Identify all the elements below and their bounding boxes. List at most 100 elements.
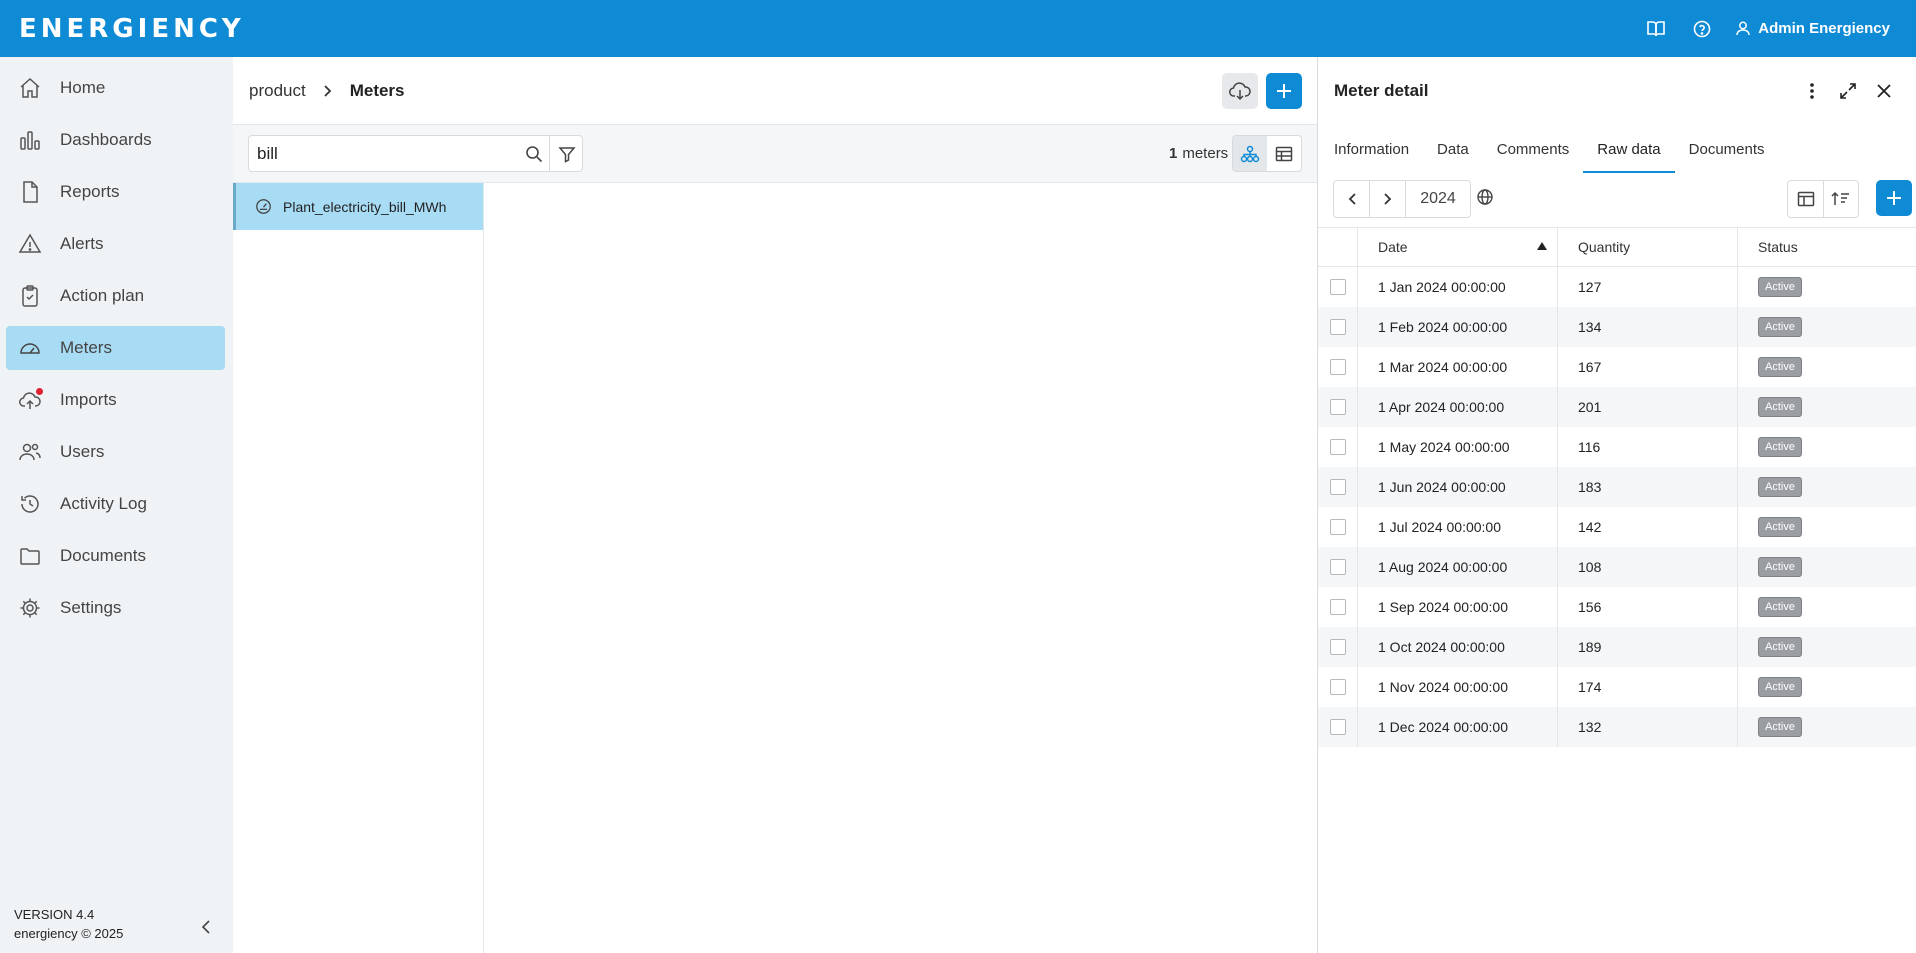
help-icon[interactable]	[1690, 17, 1714, 41]
expand-icon	[1840, 83, 1856, 99]
table-row[interactable]: 1 May 2024 00:00:00 116 Active	[1318, 427, 1916, 467]
cell-status: Active	[1738, 507, 1916, 547]
hierarchy-icon	[1240, 145, 1260, 162]
table-row[interactable]: 1 Aug 2024 00:00:00 108 Active	[1318, 547, 1916, 587]
status-badge: Active	[1758, 277, 1802, 297]
table-row[interactable]: 1 Sep 2024 00:00:00 156 Active	[1318, 587, 1916, 627]
detail-title: Meter detail	[1334, 81, 1429, 100]
sidebar-item-documents[interactable]: Documents	[6, 534, 225, 578]
filter-button[interactable]	[549, 136, 583, 171]
cloud-upload-icon	[17, 387, 43, 413]
status-badge: Active	[1758, 557, 1802, 577]
tab-documents[interactable]: Documents	[1675, 133, 1779, 173]
user-menu[interactable]: Admin Energiency	[1736, 20, 1890, 37]
tab-comments[interactable]: Comments	[1483, 133, 1584, 173]
expand-button[interactable]	[1836, 79, 1860, 103]
sidebar-item-label: Settings	[60, 598, 122, 617]
sort-ascending-icon	[1537, 242, 1547, 250]
tab-information[interactable]: Information	[1320, 133, 1423, 173]
table-row[interactable]: 1 Oct 2024 00:00:00 189 Active	[1318, 627, 1916, 667]
table-row[interactable]: 1 Jun 2024 00:00:00 183 Active	[1318, 467, 1916, 507]
cell-quantity: 132	[1558, 707, 1738, 747]
breadcrumb-parent[interactable]: product	[249, 81, 306, 101]
cell-date: 1 Jan 2024 00:00:00	[1358, 267, 1558, 307]
search-icon[interactable]	[525, 145, 543, 163]
row-checkbox[interactable]	[1329, 279, 1346, 295]
table-row[interactable]: 1 Apr 2024 00:00:00 201 Active	[1318, 387, 1916, 427]
collapse-sidebar-button[interactable]	[196, 917, 216, 937]
tree-view-button[interactable]	[1233, 136, 1267, 171]
more-options-button[interactable]	[1800, 79, 1824, 103]
row-checkbox[interactable]	[1329, 559, 1346, 575]
cell-quantity: 183	[1558, 467, 1738, 507]
tree-item[interactable]: Plant_electricity_bill_MWh	[233, 183, 483, 230]
row-checkbox[interactable]	[1329, 479, 1346, 495]
cell-date: 1 Feb 2024 00:00:00	[1358, 307, 1558, 347]
cell-date: 1 Jul 2024 00:00:00	[1358, 507, 1558, 547]
status-badge: Active	[1758, 517, 1802, 537]
status-badge: Active	[1758, 317, 1802, 337]
columns-button[interactable]	[1788, 181, 1823, 217]
year-value[interactable]: 2024	[1406, 181, 1470, 217]
sidebar-item-action-plan[interactable]: Action plan	[6, 274, 225, 318]
cell-quantity: 116	[1558, 427, 1738, 467]
sidebar-item-dashboards[interactable]: Dashboards	[6, 118, 225, 162]
row-checkbox[interactable]	[1329, 639, 1346, 655]
row-checkbox[interactable]	[1329, 439, 1346, 455]
row-checkbox[interactable]	[1329, 679, 1346, 695]
tab-data[interactable]: Data	[1423, 133, 1483, 173]
next-year-button[interactable]	[1370, 181, 1406, 217]
logo[interactable]: ENERGIENCY	[19, 14, 245, 44]
table-tools	[1787, 180, 1859, 218]
sidebar-item-meters[interactable]: Meters	[6, 326, 225, 370]
table-row[interactable]: 1 Mar 2024 00:00:00 167 Active	[1318, 347, 1916, 387]
search-input[interactable]	[249, 136, 519, 171]
row-checkbox[interactable]	[1329, 319, 1346, 335]
sidebar-item-settings[interactable]: Settings	[6, 586, 225, 630]
meter-detail-panel: Meter detail Information Data Comments R…	[1317, 57, 1916, 953]
sidebar-item-label: Alerts	[60, 234, 104, 253]
row-checkbox[interactable]	[1329, 719, 1346, 735]
sidebar-item-label: Reports	[60, 182, 120, 201]
table-row[interactable]: 1 Nov 2024 00:00:00 174 Active	[1318, 667, 1916, 707]
sidebar-item-imports[interactable]: Imports	[6, 378, 225, 422]
column-header-date[interactable]: Date	[1358, 228, 1558, 266]
sidebar-item-alerts[interactable]: Alerts	[6, 222, 225, 266]
table-header: Date Quantity Status	[1318, 227, 1916, 267]
status-badge: Active	[1758, 677, 1802, 697]
row-checkbox-cell	[1318, 587, 1358, 627]
row-checkbox[interactable]	[1329, 399, 1346, 415]
sort-button[interactable]	[1823, 181, 1858, 217]
close-icon	[1877, 84, 1891, 98]
sidebar-item-reports[interactable]: Reports	[6, 170, 225, 214]
cell-date: 1 Jun 2024 00:00:00	[1358, 467, 1558, 507]
book-icon[interactable]	[1644, 17, 1668, 41]
sidebar-item-users[interactable]: Users	[6, 430, 225, 474]
cell-date: 1 Oct 2024 00:00:00	[1358, 627, 1558, 667]
previous-year-button[interactable]	[1334, 181, 1370, 217]
sidebar-item-activity-log[interactable]: Activity Log	[6, 482, 225, 526]
sidebar-item-label: Home	[60, 78, 106, 97]
row-checkbox[interactable]	[1329, 359, 1346, 375]
version-info: VERSION 4.4 energiency © 2025	[14, 905, 123, 943]
row-checkbox-cell	[1318, 507, 1358, 547]
globe-icon[interactable]	[1476, 188, 1498, 210]
gear-icon	[17, 595, 43, 621]
tab-raw-data[interactable]: Raw data	[1583, 133, 1676, 173]
table-row[interactable]: 1 Dec 2024 00:00:00 132 Active	[1318, 707, 1916, 747]
table-row[interactable]: 1 Jul 2024 00:00:00 142 Active	[1318, 507, 1916, 547]
meters-tree: Plant_electricity_bill_MWh	[233, 183, 484, 953]
sidebar-item-home[interactable]: Home	[6, 66, 225, 110]
table-row[interactable]: 1 Feb 2024 00:00:00 134 Active	[1318, 307, 1916, 347]
download-button[interactable]	[1222, 73, 1258, 109]
close-button[interactable]	[1872, 79, 1896, 103]
column-header-status[interactable]: Status	[1738, 228, 1916, 266]
row-checkbox[interactable]	[1329, 519, 1346, 535]
add-raw-data-button[interactable]	[1876, 180, 1912, 216]
add-meter-button[interactable]	[1266, 73, 1302, 109]
column-header-quantity[interactable]: Quantity	[1558, 228, 1738, 266]
table-row[interactable]: 1 Jan 2024 00:00:00 127 Active	[1318, 267, 1916, 307]
table-view-button[interactable]	[1267, 136, 1301, 171]
row-checkbox-cell	[1318, 307, 1358, 347]
row-checkbox[interactable]	[1329, 599, 1346, 615]
